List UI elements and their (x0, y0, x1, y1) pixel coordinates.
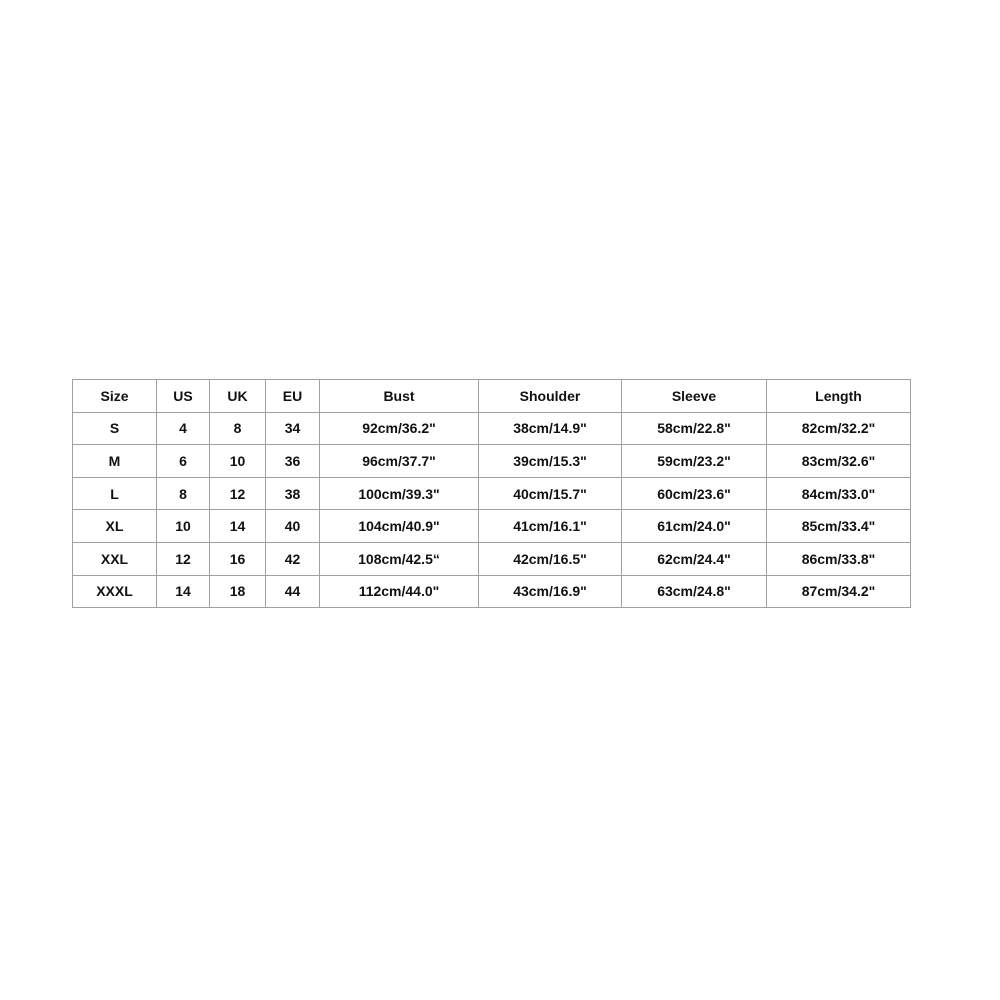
cell-shoulder: 43cm/16.9" (478, 574, 622, 609)
cell-bust: 96cm/37.7" (319, 444, 479, 478)
cell-us: 10 (156, 509, 210, 543)
cell-shoulder: 42cm/16.5" (478, 541, 622, 576)
cell-uk: 16 (209, 541, 266, 576)
cell-shoulder: 41cm/16.1" (478, 509, 622, 543)
cell-eu: 36 (265, 444, 320, 478)
cell-uk: 18 (209, 574, 266, 609)
cell-bust: 104cm/40.9" (319, 509, 479, 543)
table-row: S 4 8 34 92cm/36.2" 38cm/14.9" 58cm/22.8… (72, 411, 911, 446)
cell-size: S (72, 411, 157, 446)
cell-uk: 10 (209, 444, 266, 478)
cell-sleeve: 61cm/24.0" (621, 509, 767, 543)
header-us: US (156, 379, 210, 413)
cell-bust: 100cm/39.3" (319, 476, 479, 511)
header-row: Size US UK EU Bust Shoulder Sleeve Lengt… (72, 379, 911, 413)
cell-bust: 112cm/44.0" (319, 574, 479, 609)
cell-eu: 38 (265, 476, 320, 511)
cell-size: XL (72, 509, 157, 543)
cell-bust: 92cm/36.2" (319, 411, 479, 446)
cell-sleeve: 58cm/22.8" (621, 411, 767, 446)
cell-uk: 14 (209, 509, 266, 543)
cell-length: 87cm/34.2" (766, 574, 911, 609)
cell-length: 84cm/33.0" (766, 476, 911, 511)
cell-size: XXL (72, 541, 157, 576)
header-sleeve: Sleeve (621, 379, 767, 413)
size-chart-table: Size US UK EU Bust Shoulder Sleeve Lengt… (72, 379, 911, 609)
cell-size: M (72, 444, 157, 478)
cell-us: 12 (156, 541, 210, 576)
cell-uk: 12 (209, 476, 266, 511)
header-size: Size (72, 379, 157, 413)
cell-length: 85cm/33.4" (766, 509, 911, 543)
cell-sleeve: 63cm/24.8" (621, 574, 767, 609)
header-bust: Bust (319, 379, 479, 413)
header-uk: UK (209, 379, 266, 413)
cell-length: 86cm/33.8" (766, 541, 911, 576)
table-row: XL 10 14 40 104cm/40.9" 41cm/16.1" 61cm/… (72, 509, 911, 543)
header-length: Length (766, 379, 911, 413)
cell-bust: 108cm/42.5“ (319, 541, 479, 576)
cell-sleeve: 60cm/23.6" (621, 476, 767, 511)
cell-shoulder: 39cm/15.3" (478, 444, 622, 478)
table-row: XXXL 14 18 44 112cm/44.0" 43cm/16.9" 63c… (72, 574, 911, 609)
cell-uk: 8 (209, 411, 266, 446)
cell-us: 14 (156, 574, 210, 609)
cell-length: 83cm/32.6" (766, 444, 911, 478)
cell-us: 6 (156, 444, 210, 478)
cell-eu: 40 (265, 509, 320, 543)
header-eu: EU (265, 379, 320, 413)
cell-eu: 44 (265, 574, 320, 609)
cell-length: 82cm/32.2" (766, 411, 911, 446)
cell-shoulder: 38cm/14.9" (478, 411, 622, 446)
cell-shoulder: 40cm/15.7" (478, 476, 622, 511)
cell-sleeve: 59cm/23.2" (621, 444, 767, 478)
cell-sleeve: 62cm/24.4" (621, 541, 767, 576)
table-row: M 6 10 36 96cm/37.7" 39cm/15.3" 59cm/23.… (72, 444, 911, 478)
cell-eu: 42 (265, 541, 320, 576)
table-row: L 8 12 38 100cm/39.3" 40cm/15.7" 60cm/23… (72, 476, 911, 511)
cell-us: 8 (156, 476, 210, 511)
cell-us: 4 (156, 411, 210, 446)
cell-eu: 34 (265, 411, 320, 446)
cell-size: XXXL (72, 574, 157, 609)
header-shoulder: Shoulder (478, 379, 622, 413)
cell-size: L (72, 476, 157, 511)
table-row: XXL 12 16 42 108cm/42.5“ 42cm/16.5" 62cm… (72, 541, 911, 576)
